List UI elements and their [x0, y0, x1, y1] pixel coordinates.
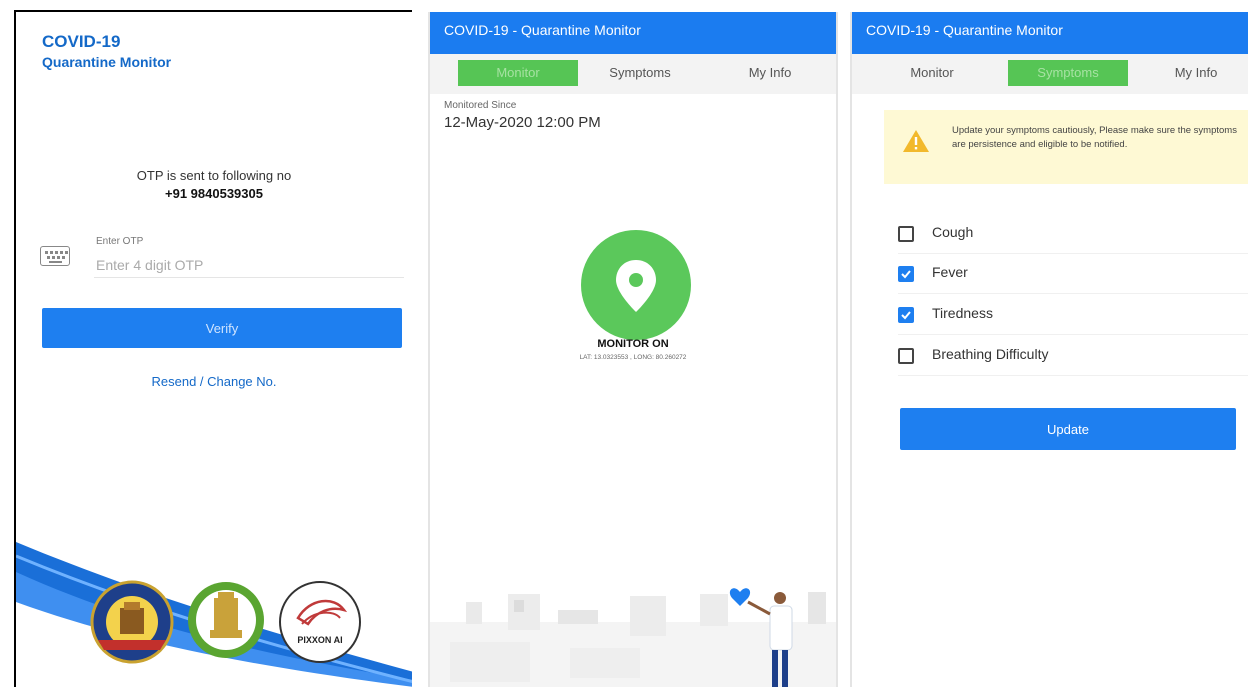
symptom-tiredness[interactable]: Tiredness: [898, 295, 1248, 335]
location-coordinates: LAT: 13.0323553 , LONG: 80.260272: [579, 354, 687, 361]
checkbox[interactable]: [898, 348, 914, 364]
app-title: COVID-19: [42, 32, 121, 51]
app-bar: COVID-19 - Quarantine Monitor: [430, 12, 836, 54]
monitor-screen: COVID-19 - Quarantine Monitor Monitor Sy…: [428, 12, 838, 687]
symptom-label: Fever: [932, 264, 968, 280]
monitored-since-value: 12-May-2020 12:00 PM: [444, 114, 601, 131]
tab-monitor[interactable]: Monitor: [458, 60, 578, 86]
pixxon-ai-logo: PIXXON AI: [279, 581, 361, 663]
verify-button[interactable]: Verify: [42, 308, 402, 348]
tab-my-info[interactable]: My Info: [710, 60, 830, 86]
doctor-illustration: [430, 588, 836, 687]
government-emblem-logo: [188, 582, 264, 658]
monitored-since-label: Monitored Since: [444, 100, 517, 111]
tab-monitor[interactable]: Monitor: [872, 60, 992, 86]
otp-field-label: Enter OTP: [96, 236, 144, 247]
symptom-label: Cough: [932, 224, 974, 240]
symptoms-screen: COVID-19 - Quarantine Monitor Monitor Sy…: [850, 12, 1248, 687]
checkbox[interactable]: [898, 226, 914, 242]
update-button[interactable]: Update: [900, 408, 1236, 450]
location-pin-icon: [616, 260, 656, 312]
resend-link[interactable]: Resend / Change No.: [16, 374, 412, 389]
symptom-breathing-difficulty[interactable]: Breathing Difficulty: [898, 336, 1248, 376]
tab-bar: Monitor Symptoms My Info: [852, 54, 1248, 94]
symptom-label: Breathing Difficulty: [932, 346, 1049, 362]
warning-text: Update your symptoms cautiously, Please …: [952, 125, 1237, 150]
warning-banner: Update your symptoms cautiously, Please …: [884, 110, 1248, 184]
checkmark-icon: [901, 311, 911, 320]
keyboard-icon: [40, 246, 70, 266]
tab-symptoms[interactable]: Symptoms: [1008, 60, 1128, 86]
symptom-label: Tiredness: [932, 305, 993, 321]
monitor-status: MONITOR ON: [597, 338, 669, 350]
symptom-fever[interactable]: Fever: [898, 254, 1248, 294]
checkmark-icon: [901, 270, 911, 279]
app-bar: COVID-19 - Quarantine Monitor: [852, 12, 1248, 54]
checkbox[interactable]: [898, 307, 914, 323]
otp-sent-message: OTP is sent to following no: [136, 168, 292, 183]
tab-symptoms[interactable]: Symptoms: [580, 60, 700, 86]
monitor-status-circle: [581, 230, 691, 340]
phone-number: +91 9840539305: [165, 186, 263, 201]
app-subtitle: Quarantine Monitor: [42, 54, 172, 70]
symptom-cough[interactable]: Cough: [898, 214, 1248, 254]
pixxon-logo-text: PIXXON AI: [297, 635, 342, 645]
login-screen: COVID-19 Quarantine Monitor OTP is sent …: [14, 12, 412, 687]
otp-input[interactable]: [94, 252, 404, 278]
tab-my-info[interactable]: My Info: [1136, 60, 1248, 86]
tab-bar: Monitor Symptoms My Info: [430, 54, 836, 94]
checkbox[interactable]: [898, 266, 914, 282]
police-seal-logo: [90, 580, 174, 664]
warning-icon: [903, 130, 929, 152]
